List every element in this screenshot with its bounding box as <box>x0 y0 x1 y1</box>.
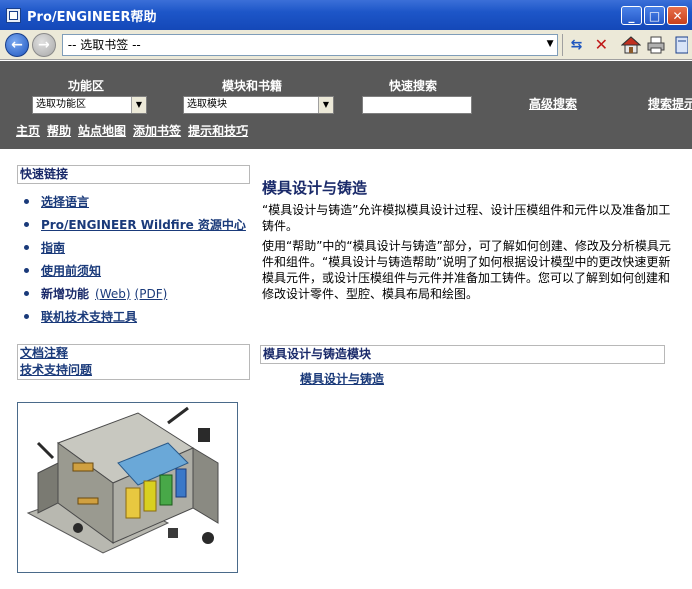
chevron-down-icon: ▼ <box>131 97 146 113</box>
module-label: 模块和书籍 <box>222 79 283 93</box>
minimize-icon: _ <box>628 8 635 23</box>
nav-add-bookmark-link[interactable]: 添加书签 <box>133 122 181 139</box>
doc-links-box: 文档注释 技术支持问题 <box>17 344 250 380</box>
func-area-select[interactable]: 选取功能区 ▼ <box>32 96 147 114</box>
support-tools-link[interactable]: 联机技术支持工具 <box>41 308 137 325</box>
stop-icon: ✕ <box>594 35 609 54</box>
search-tips-link[interactable]: 搜索提示 <box>648 95 692 112</box>
help-header: 功能区 选取功能区 ▼ 模块和书籍 选取模块 ▼ 快速搜索 高级搜索 搜索提示 … <box>0 61 692 149</box>
func-area-select-value: 选取功能区 <box>36 99 86 110</box>
refresh-icon: ⇆ <box>570 36 583 53</box>
bookmark-select[interactable]: -- 选取书签 -- ▼ <box>61 33 558 56</box>
module-select[interactable]: 选取模块 ▼ <box>183 96 334 114</box>
module-link[interactable]: 模具设计与铸造 <box>300 370 384 387</box>
back-icon: ← <box>11 36 23 53</box>
module-section-title: 模具设计与铸造模块 <box>260 345 665 364</box>
forward-button[interactable]: → <box>31 32 56 57</box>
list-item: 新增功能 (Web) (PDF) <box>24 282 246 305</box>
app-icon <box>6 7 21 23</box>
description-paragraph: 使用“帮助”中的“模具设计与铸造”部分，可了解如何创建、修改及分析模具元件和组件… <box>262 239 671 301</box>
new-features-web-link[interactable]: (Web) <box>95 287 131 301</box>
home-icon <box>621 35 642 53</box>
language-link[interactable]: 选择语言 <box>41 193 89 210</box>
close-icon: ✕ <box>672 8 683 23</box>
list-item: 选择语言 <box>24 190 246 213</box>
nav-tips-link[interactable]: 提示和技巧 <box>188 122 248 139</box>
intro-paragraph: “模具设计与铸造”允许模拟模具设计过程、设计压模组件和元件以及准备加工铸件。 <box>262 203 671 233</box>
window-title: Pro/ENGINEER帮助 <box>27 9 157 25</box>
quick-search-label: 快速搜索 <box>389 79 438 93</box>
new-features-label: 新增功能 <box>41 287 90 301</box>
maximize-icon: □ <box>648 8 661 23</box>
nav-help-link[interactable]: 帮助 <box>47 122 71 139</box>
module-select-value: 选取模块 <box>187 99 227 110</box>
quick-search-input[interactable] <box>362 96 472 114</box>
window-titlebar: Pro/ENGINEER帮助 _ □ ✕ <box>0 0 692 30</box>
list-item: 使用前须知 <box>24 259 246 282</box>
nav-home-link[interactable]: 主页 <box>16 122 40 139</box>
guide-link[interactable]: 指南 <box>41 239 65 256</box>
quick-links-list: 选择语言 Pro/ENGINEER Wildfire 资源中心 指南 使用前须知… <box>24 190 246 328</box>
quick-links-title: 快速链接 <box>17 165 250 184</box>
nav-sitemap-link[interactable]: 站点地图 <box>78 122 126 139</box>
list-item: 指南 <box>24 236 246 259</box>
minimize-button[interactable]: _ <box>621 6 642 25</box>
advanced-search-link[interactable]: 高级搜索 <box>529 95 577 112</box>
forward-icon: → <box>37 36 50 53</box>
mold-assembly-image <box>17 402 238 573</box>
print-icon <box>647 36 665 53</box>
func-area-label: 功能区 <box>68 79 105 93</box>
list-item: Pro/ENGINEER Wildfire 资源中心 <box>24 213 246 236</box>
header-nav: 主页 帮助 站点地图 添加书签 提示和技巧 <box>16 122 248 139</box>
home-button[interactable] <box>620 34 642 56</box>
support-questions-link[interactable]: 技术支持问题 <box>20 362 249 379</box>
doc-notes-link[interactable]: 文档注释 <box>20 345 249 362</box>
chevron-down-icon: ▼ <box>546 38 554 49</box>
back-button[interactable]: ← <box>5 32 29 57</box>
bookmark-select-value: -- 选取书签 -- <box>67 38 141 52</box>
print-button[interactable] <box>645 34 667 56</box>
bookmark-icon <box>675 36 688 53</box>
bookmark-button[interactable] <box>670 34 692 56</box>
read-first-link[interactable]: 使用前须知 <box>41 262 101 279</box>
page-title: 模具设计与铸造 <box>262 179 368 197</box>
chevron-down-icon: ▼ <box>318 97 333 113</box>
maximize-button[interactable]: □ <box>644 6 665 25</box>
close-button[interactable]: ✕ <box>667 6 688 25</box>
navigation-toolbar: ← → -- 选取书签 -- ▼ ⇆ ✕ <box>0 30 692 60</box>
stop-button[interactable]: ✕ <box>590 34 612 56</box>
new-features-pdf-link[interactable]: (PDF) <box>135 287 168 301</box>
list-item: 联机技术支持工具 <box>24 305 246 328</box>
resource-center-link[interactable]: Pro/ENGINEER Wildfire 资源中心 <box>41 216 246 233</box>
refresh-button[interactable]: ⇆ <box>566 34 588 56</box>
